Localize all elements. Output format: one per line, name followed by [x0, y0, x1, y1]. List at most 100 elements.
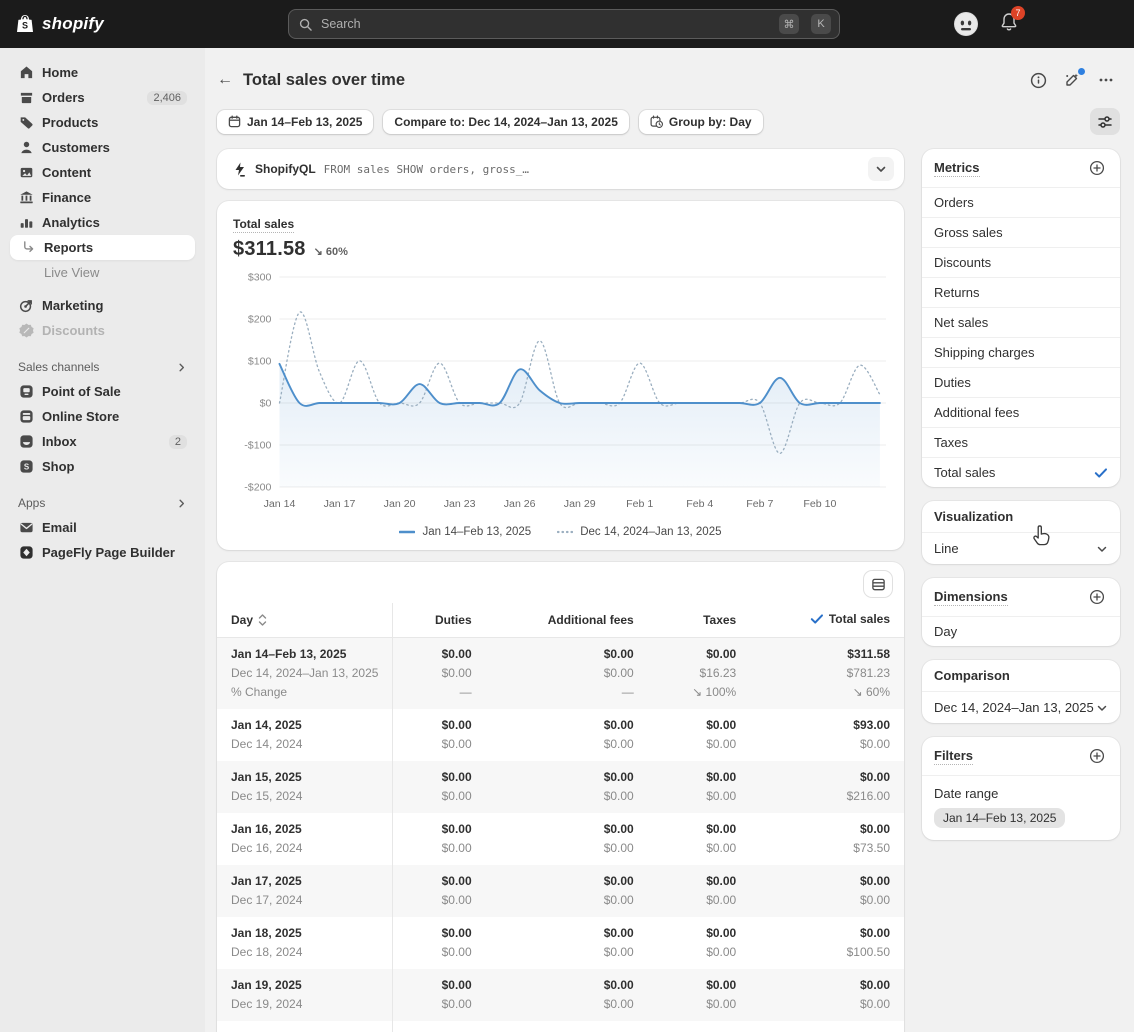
sort-icon: [258, 614, 267, 626]
chart-card: Total sales $311.58 ↘ 60% $300$200$100$0…: [217, 201, 904, 550]
calendar-icon: [228, 115, 241, 128]
table-row: Jan 14, 2025 Dec 14, 2024$0.00 $0.00$0.0…: [217, 709, 904, 761]
svg-text:Feb 7: Feb 7: [746, 498, 773, 510]
metric-label: Total sales: [233, 217, 294, 233]
dimension-day[interactable]: Day: [922, 616, 1120, 646]
column-header-additional-fees[interactable]: Additional fees: [486, 603, 648, 638]
add-metric-button[interactable]: [1086, 157, 1108, 179]
metric-option-discounts[interactable]: Discounts: [922, 247, 1120, 277]
discounts-icon: [18, 323, 34, 339]
shop-icon: S: [18, 459, 34, 475]
svg-text:S: S: [22, 21, 28, 31]
add-filter-button[interactable]: [1086, 745, 1108, 767]
sidebar-item-analytics[interactable]: Analytics: [10, 210, 195, 235]
svg-text:S: S: [23, 463, 28, 472]
comparison-select[interactable]: Dec 14, 2024–Jan 13, 2025: [922, 691, 1120, 723]
table-view-button[interactable]: [864, 571, 892, 597]
shopify-bag-icon: S: [14, 13, 36, 35]
shopifyql-insights-button[interactable]: [1058, 67, 1086, 93]
metric-option-taxes[interactable]: Taxes: [922, 427, 1120, 457]
metric-option-orders[interactable]: Orders: [922, 187, 1120, 217]
check-icon: [810, 613, 824, 625]
sidebar-item-finance[interactable]: Finance: [10, 185, 195, 210]
table-card: DayDutiesAdditional feesTaxesTotal sales…: [217, 562, 904, 1032]
visualization-select[interactable]: Line: [922, 532, 1120, 564]
column-header-day[interactable]: Day: [217, 603, 393, 638]
metric-option-total-sales[interactable]: Total sales: [922, 457, 1120, 487]
sidebar-item-online-store[interactable]: Online Store: [10, 404, 195, 429]
sidebar-item-label: Content: [42, 165, 187, 180]
sidebar-item-label: Finance: [42, 190, 187, 205]
metric-option-additional-fees[interactable]: Additional fees: [922, 397, 1120, 427]
search-placeholder: Search: [321, 17, 767, 31]
table-row: Jan 19, 2025 Dec 19, 2024$0.00 $0.00$0.0…: [217, 969, 904, 1021]
metric-option-gross-sales[interactable]: Gross sales: [922, 217, 1120, 247]
metric-option-duties[interactable]: Duties: [922, 367, 1120, 397]
sidebar-item-discounts[interactable]: Discounts: [10, 318, 195, 343]
sidebar-item-inbox[interactable]: Inbox2: [10, 429, 195, 454]
more-actions-button[interactable]: [1092, 67, 1120, 93]
sidebar-item-home[interactable]: Home: [10, 60, 195, 85]
metric-option-shipping-charges[interactable]: Shipping charges: [922, 337, 1120, 367]
svg-text:Jan 26: Jan 26: [504, 498, 536, 510]
legend-current-period: Jan 14–Feb 13, 2025: [399, 526, 531, 538]
notifications-button[interactable]: 7: [1000, 12, 1018, 36]
main-content: ← Total sales over time Jan 14–Feb 13, 2…: [205, 48, 1134, 1032]
sidebar-item-point-of-sale[interactable]: Point of Sale: [10, 379, 195, 404]
metric-option-returns[interactable]: Returns: [922, 277, 1120, 307]
sidebar-item-marketing[interactable]: Marketing: [10, 293, 195, 318]
sidebar-item-content[interactable]: Content: [10, 160, 195, 185]
sidebar-item-label: Email: [42, 520, 187, 535]
search-input[interactable]: Search ⌘ K: [288, 9, 840, 39]
svg-text:Jan 29: Jan 29: [564, 498, 596, 510]
group-by-chip[interactable]: Group by: Day: [639, 110, 763, 134]
search-icon: [297, 16, 313, 32]
orders-icon: [18, 90, 34, 106]
comparison-title: Comparison: [934, 668, 1010, 683]
svg-text:Jan 14: Jan 14: [264, 498, 296, 510]
chevron-right-icon: [176, 498, 187, 509]
query-expand-button[interactable]: [868, 157, 894, 181]
column-header-duties[interactable]: Duties: [393, 603, 486, 638]
sidebar-item-label: Shop: [42, 459, 187, 474]
svg-text:$300: $300: [248, 272, 272, 284]
sidebar-item-live-view[interactable]: Live View: [10, 260, 195, 285]
sidebar-section-apps[interactable]: Apps: [10, 491, 195, 515]
customers-icon: [18, 140, 34, 156]
metric-option-net-sales[interactable]: Net sales: [922, 307, 1120, 337]
panel-toggle-button[interactable]: [1090, 108, 1120, 135]
cmd-key: ⌘: [779, 14, 799, 34]
trend-down-icon: ↘: [314, 246, 323, 258]
svg-text:Jan 23: Jan 23: [444, 498, 476, 510]
date-range-filter-chip[interactable]: Jan 14–Feb 13, 2025: [934, 808, 1065, 828]
topbar: S shopify Search ⌘ K 7: [0, 0, 1134, 48]
column-header-total-sales[interactable]: Total sales: [750, 603, 904, 638]
date-range-chip[interactable]: Jan 14–Feb 13, 2025: [217, 110, 373, 134]
back-button[interactable]: ←: [217, 71, 243, 89]
compare-to-chip[interactable]: Compare to: Dec 14, 2024–Jan 13, 2025: [383, 110, 628, 134]
info-button[interactable]: [1024, 67, 1052, 93]
sidebar-item-email[interactable]: Email: [10, 515, 195, 540]
sidebar-item-pagefly[interactable]: PageFly Page Builder: [10, 540, 195, 565]
sidebar-section-sales-channels[interactable]: Sales channels: [10, 355, 195, 379]
comparison-section: Comparison Dec 14, 2024–Jan 13, 2025: [922, 660, 1120, 723]
svg-text:Feb 4: Feb 4: [686, 498, 713, 510]
add-dimension-button[interactable]: [1086, 586, 1108, 608]
sidebar-badge: 2,406: [147, 91, 187, 105]
sidebar-item-label: Customers: [42, 140, 187, 155]
sidebar-item-orders[interactable]: Orders2,406: [10, 85, 195, 110]
sidebar-item-shop[interactable]: S Shop: [10, 454, 195, 479]
avatar[interactable]: [954, 12, 978, 36]
sales-line-chart[interactable]: $300$200$100$0-$100-$200Jan 14Jan 17Jan …: [233, 265, 888, 515]
table-row: Jan 16, 2025 Dec 16, 2024$0.00 $0.00$0.0…: [217, 813, 904, 865]
svg-text:Feb 1: Feb 1: [626, 498, 653, 510]
shopifyql-bar[interactable]: ShopifyQL FROM sales SHOW orders, gross_…: [217, 149, 904, 189]
table-row: Jan 17, 2025 Dec 17, 2024$0.00 $0.00$0.0…: [217, 865, 904, 917]
column-header-taxes[interactable]: Taxes: [648, 603, 751, 638]
shopify-logo[interactable]: S shopify: [0, 13, 104, 35]
svg-text:$0: $0: [260, 398, 272, 410]
new-feature-dot: [1078, 68, 1085, 75]
sidebar-item-customers[interactable]: Customers: [10, 135, 195, 160]
sidebar-item-reports[interactable]: Reports: [10, 235, 195, 260]
sidebar-item-products[interactable]: Products: [10, 110, 195, 135]
